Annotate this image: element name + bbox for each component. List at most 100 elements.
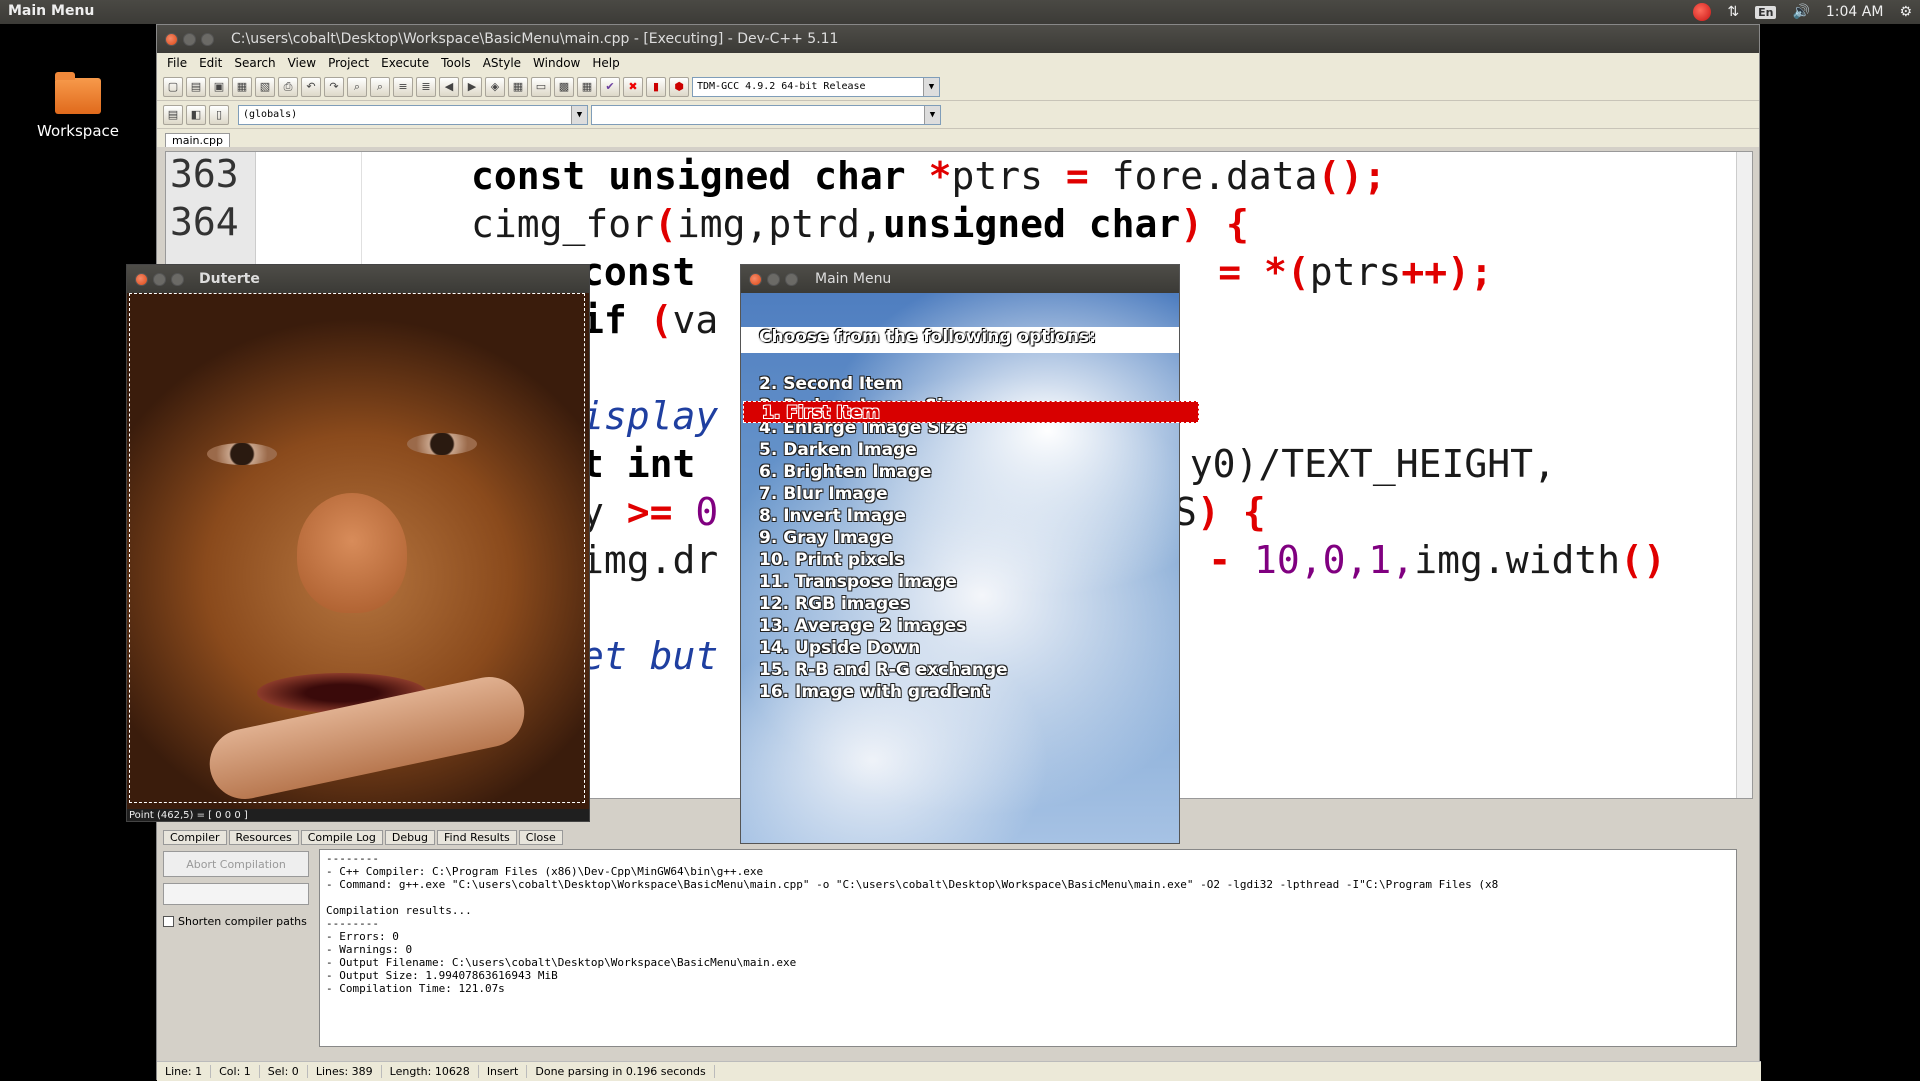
tab-debug[interactable]: Debug bbox=[384, 830, 436, 845]
insert-icon[interactable]: ▯ bbox=[209, 104, 229, 125]
check-icon[interactable]: ✔ bbox=[600, 76, 620, 97]
menu-option[interactable]: 6. Brighten Image bbox=[741, 461, 1179, 483]
tab-compiler[interactable]: Compiler bbox=[163, 830, 227, 845]
duterte-title: Duterte bbox=[199, 271, 260, 287]
tab-resources[interactable]: Resources bbox=[228, 830, 299, 845]
menu-option[interactable]: 5. Darken Image bbox=[741, 439, 1179, 461]
status-lines: Lines: 389 bbox=[308, 1065, 382, 1078]
checkbox-icon[interactable] bbox=[163, 916, 174, 927]
abort-compilation-button[interactable]: Abort Compilation bbox=[163, 851, 309, 877]
stop-icon[interactable]: ✖ bbox=[623, 76, 643, 97]
chevron-down-icon[interactable]: ▼ bbox=[923, 77, 939, 96]
save-all-icon[interactable]: ▦ bbox=[232, 76, 252, 97]
menu-view[interactable]: View bbox=[282, 56, 322, 70]
menu-tools[interactable]: Tools bbox=[435, 56, 477, 70]
clock[interactable]: 1:04 AM bbox=[1826, 4, 1884, 20]
menu-option[interactable]: 12. RGB images bbox=[741, 593, 1179, 615]
devcpp-title: C:\users\cobalt\Desktop\Workspace\BasicM… bbox=[231, 31, 839, 47]
editor-scrollbar[interactable] bbox=[1736, 152, 1752, 798]
minimize-icon[interactable] bbox=[153, 272, 166, 286]
menu-search[interactable]: Search bbox=[228, 56, 281, 70]
goto-icon[interactable]: ◧ bbox=[186, 104, 206, 125]
menu-option[interactable]: 15. R-B and R-G exchange bbox=[741, 659, 1179, 681]
code-line-364: cimg_for(img,ptrd,unsigned char) { bbox=[471, 202, 1249, 246]
pixel-readout: Point (462,5) = [ 0 0 0 ] bbox=[129, 810, 248, 821]
undo-icon[interactable]: ↶ bbox=[301, 76, 321, 97]
chart-icon[interactable]: ▮ bbox=[646, 76, 666, 97]
workspace-folder[interactable]: Workspace bbox=[37, 54, 119, 140]
status-mode: Insert bbox=[479, 1065, 528, 1078]
folder-icon bbox=[55, 72, 101, 114]
menu-option[interactable]: 16. Image with gradient bbox=[741, 681, 1179, 703]
menu-window[interactable]: Window bbox=[527, 56, 586, 70]
menu-astyle[interactable]: AStyle bbox=[477, 56, 527, 70]
menu-option[interactable]: 7. Blur Image bbox=[741, 483, 1179, 505]
volume-icon[interactable]: 🔊 bbox=[1792, 4, 1809, 20]
system-tray: ⇅ En 🔊 1:04 AM ⚙ bbox=[1693, 2, 1912, 22]
menu-project[interactable]: Project bbox=[322, 56, 375, 70]
menu-options: 1. First Item 2. Second Item 3. Reduce I… bbox=[741, 373, 1199, 703]
menu-help[interactable]: Help bbox=[586, 56, 625, 70]
compiler-select[interactable]: TDM-GCC 4.9.2 64-bit Release ▼ bbox=[692, 76, 940, 97]
menu-option[interactable]: 9. Gray Image bbox=[741, 527, 1179, 549]
status-parse: Done parsing in 0.196 seconds bbox=[527, 1065, 715, 1078]
compile-icon[interactable]: ▦ bbox=[508, 76, 528, 97]
menu-option[interactable]: 8. Invert Image bbox=[741, 505, 1179, 527]
menu-file[interactable]: File bbox=[161, 56, 193, 70]
find-icon[interactable]: ⌕ bbox=[347, 76, 367, 97]
maximize-icon[interactable] bbox=[201, 32, 214, 46]
menu-edit[interactable]: Edit bbox=[193, 56, 228, 70]
tab-find-results[interactable]: Find Results bbox=[437, 830, 517, 845]
minimize-icon[interactable] bbox=[767, 272, 780, 286]
maximize-icon[interactable] bbox=[785, 272, 798, 286]
close-icon[interactable] bbox=[135, 272, 148, 286]
record-icon[interactable] bbox=[1693, 3, 1712, 21]
compiler-value: TDM-GCC 4.9.2 64-bit Release bbox=[697, 81, 866, 92]
scope-select[interactable]: (globals) ▼ bbox=[238, 104, 588, 125]
close-icon[interactable] bbox=[165, 32, 178, 46]
forward-icon[interactable]: ▶ bbox=[462, 76, 482, 97]
maximize-icon[interactable] bbox=[171, 272, 184, 286]
main-toolbar: ▢ ▤ ▣ ▦ ▧ ⎙ ↶ ↷ ⌕ ⌕ ≡ ≣ ◀ ▶ ◈ ▦ ▭ ▩ ▦ ✔ … bbox=[157, 73, 1759, 101]
class-icon[interactable]: ▤ bbox=[163, 104, 183, 125]
member-select[interactable]: ▼ bbox=[591, 104, 941, 125]
indent-icon[interactable]: ≡ bbox=[393, 76, 413, 97]
menu-option[interactable]: 10. Print pixels bbox=[741, 549, 1179, 571]
new-icon[interactable]: ▢ bbox=[163, 76, 183, 97]
menu-option[interactable]: 14. Upside Down bbox=[741, 637, 1179, 659]
debug-icon[interactable]: ⬢ bbox=[669, 76, 689, 97]
menu-execute[interactable]: Execute bbox=[375, 56, 435, 70]
menu-option[interactable]: 2. Second Item bbox=[741, 373, 1179, 395]
bookmark-icon[interactable]: ◈ bbox=[485, 76, 505, 97]
print-icon[interactable]: ⎙ bbox=[278, 76, 298, 97]
minimize-icon[interactable] bbox=[183, 32, 196, 46]
chevron-down-icon[interactable]: ▼ bbox=[571, 105, 587, 124]
shorten-paths-checkbox[interactable]: Shorten compiler paths bbox=[163, 915, 313, 928]
menu-option-selected[interactable]: 1. First Item bbox=[743, 401, 1199, 423]
tab-close[interactable]: Close bbox=[518, 830, 563, 845]
gear-icon[interactable]: ⚙ bbox=[1899, 4, 1912, 20]
run-icon[interactable]: ▭ bbox=[531, 76, 551, 97]
keyboard-language[interactable]: En bbox=[1755, 5, 1777, 19]
open-icon[interactable]: ▤ bbox=[186, 76, 206, 97]
tab-main-cpp[interactable]: main.cpp bbox=[165, 133, 230, 147]
back-icon[interactable]: ◀ bbox=[439, 76, 459, 97]
rebuild-icon[interactable]: ▦ bbox=[577, 76, 597, 97]
compile-run-icon[interactable]: ▩ bbox=[554, 76, 574, 97]
status-col: Col: 1 bbox=[211, 1065, 260, 1078]
scope-value: (globals) bbox=[243, 109, 298, 120]
save-icon[interactable]: ▣ bbox=[209, 76, 229, 97]
network-icon[interactable]: ⇅ bbox=[1727, 4, 1739, 20]
compile-log[interactable]: -------- - C++ Compiler: C:\Program File… bbox=[319, 849, 1737, 1047]
redo-icon[interactable]: ↷ bbox=[324, 76, 344, 97]
menu-option[interactable]: 11. Transpose image bbox=[741, 571, 1179, 593]
tab-compile-log[interactable]: Compile Log bbox=[300, 830, 383, 845]
close-icon[interactable] bbox=[749, 272, 762, 286]
menu-option[interactable]: 13. Average 2 images bbox=[741, 615, 1179, 637]
chevron-down-icon[interactable]: ▼ bbox=[924, 105, 940, 124]
code-line-363: const unsigned char *ptrs = fore.data(); bbox=[471, 154, 1387, 198]
close-file-icon[interactable]: ▧ bbox=[255, 76, 275, 97]
unindent-icon[interactable]: ≣ bbox=[416, 76, 436, 97]
replace-icon[interactable]: ⌕ bbox=[370, 76, 390, 97]
bottom-pane: Compiler Resources Compile Log Debug Fin… bbox=[163, 825, 1755, 1055]
